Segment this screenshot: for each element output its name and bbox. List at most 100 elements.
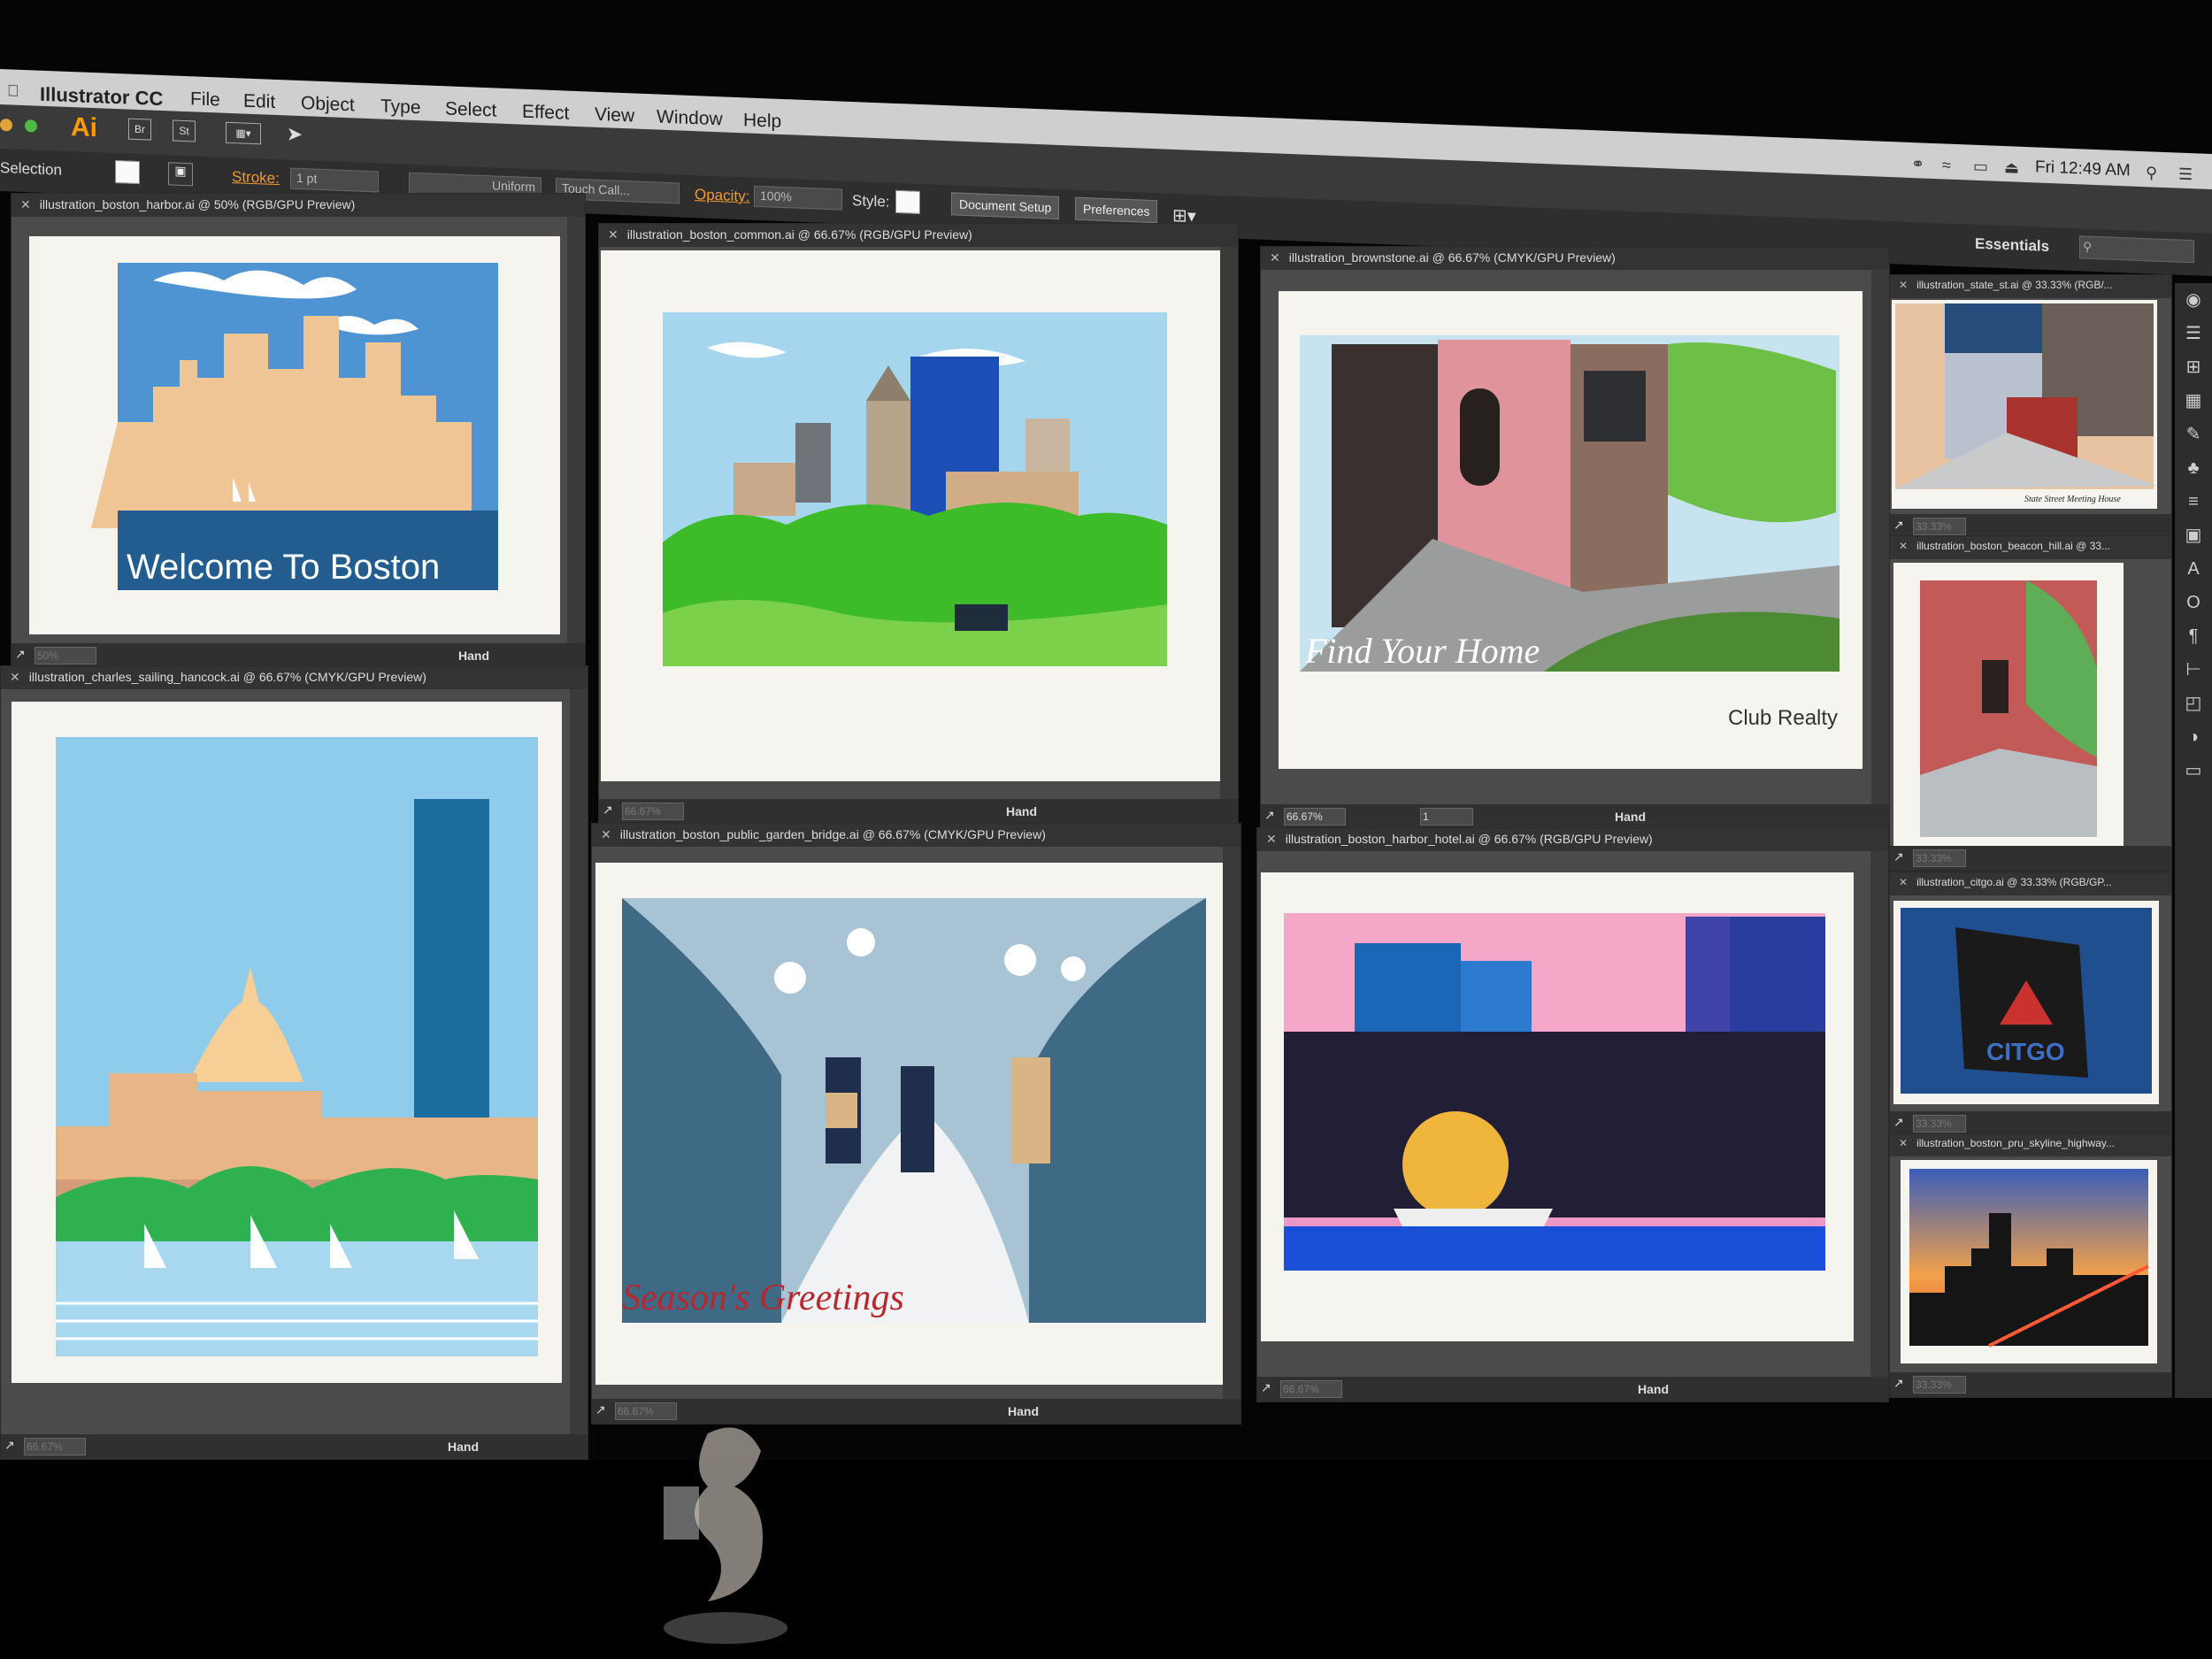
document-tab[interactable]: ✕ illustration_boston_harbor_hotel.ai @ 6… (1257, 828, 1888, 851)
close-icon[interactable]: ✕ (1270, 250, 1280, 265)
stock-button[interactable]: St (173, 119, 196, 142)
eject-icon[interactable]: ⏏ (2004, 158, 2019, 178)
document-window-harbor-hotel[interactable]: ✕ illustration_boston_harbor_hotel.ai @ 6… (1256, 827, 1889, 1402)
fill-swatch[interactable] (115, 159, 140, 185)
export-icon[interactable]: ↗ (1264, 808, 1275, 823)
document-tab[interactable]: ✕ illustration_state_st.ai @ 33.33% (RGB/… (1890, 275, 2171, 298)
pathfinder-panel-icon[interactable]: ◰ (2175, 687, 2212, 720)
brushes-panel-icon[interactable]: ✎ (2175, 418, 2212, 451)
document-tab[interactable]: ✕ illustration_boston_beacon_hill.ai @ 33… (1890, 536, 2171, 559)
export-icon[interactable]: ↗ (1893, 518, 1904, 533)
zoom-field[interactable]: 50% (35, 647, 96, 664)
stroke-label[interactable]: Stroke: (232, 168, 280, 188)
search-input[interactable]: ⚲ (2079, 235, 2194, 264)
minimize-window-button[interactable] (0, 119, 12, 132)
close-icon[interactable]: ✕ (1899, 1137, 1908, 1149)
character-panel-icon[interactable]: A (2175, 552, 2212, 586)
swatches-panel-icon[interactable]: ▦ (2175, 384, 2212, 418)
vertical-scrollbar[interactable] (570, 689, 588, 1434)
document-window-state-st[interactable]: ✕ illustration_state_st.ai @ 33.33% (RGB/… (1889, 274, 2172, 540)
menu-file[interactable]: File (190, 88, 220, 111)
gpu-performance-icon[interactable]: ➤ (283, 122, 306, 146)
vertical-scrollbar[interactable] (1870, 851, 1888, 1377)
document-tab[interactable]: ✕ illustration_boston_pru_skyline_highway… (1890, 1133, 2171, 1156)
airplay-icon[interactable]: ▭ (1973, 157, 1988, 177)
align-panel-icon[interactable]: ⊢ (2175, 653, 2212, 687)
export-icon[interactable]: ↗ (1893, 849, 1904, 864)
apple-icon[interactable]:  (7, 81, 19, 101)
menu-help[interactable]: Help (743, 110, 781, 133)
document-setup-button[interactable]: Document Setup (951, 192, 1060, 219)
export-icon[interactable]: ↗ (1261, 1380, 1271, 1395)
close-icon[interactable]: ✕ (1899, 540, 1908, 552)
export-icon[interactable]: ↗ (603, 803, 613, 818)
workspace-switcher[interactable]: Essentials (1975, 235, 2049, 256)
menu-effect[interactable]: Effect (522, 102, 569, 125)
zoom-field[interactable]: 66.67% (622, 803, 684, 820)
layers-panel-icon[interactable]: ☰ (2175, 317, 2212, 350)
bridge-button[interactable]: Br (128, 118, 151, 141)
close-icon[interactable]: ✕ (1266, 832, 1277, 846)
close-icon[interactable]: ✕ (20, 197, 31, 211)
export-icon[interactable]: ↗ (15, 647, 26, 662)
menu-type[interactable]: Type (380, 96, 421, 119)
creative-cloud-icon[interactable]: ⚭ (1911, 155, 1924, 174)
transform-panel-icon[interactable]: ⊞ (2175, 350, 2212, 384)
paragraph-panel-icon[interactable]: ¶ (2175, 619, 2212, 653)
menu-view[interactable]: View (595, 104, 634, 127)
color-panel-icon[interactable]: ◉ (2175, 283, 2212, 317)
document-tab[interactable]: ✕ illustration_brownstone.ai @ 66.67% (CM… (1261, 247, 1889, 270)
document-window-boston-common[interactable]: ✕ illustration_boston_common.ai @ 66.67% … (598, 223, 1239, 825)
zoom-field[interactable]: 33.33% (1913, 849, 1966, 867)
vertical-scrollbar[interactable] (567, 217, 585, 643)
stroke-weight-field[interactable]: 1 pt (290, 167, 379, 193)
close-icon[interactable]: ✕ (601, 827, 611, 841)
spotlight-search-icon[interactable]: ⚲ (2146, 164, 2157, 183)
gradient-panel-icon[interactable]: ▣ (2175, 518, 2212, 552)
close-icon[interactable]: ✕ (608, 227, 618, 242)
notification-center-icon[interactable]: ☰ (2178, 165, 2193, 185)
close-icon[interactable]: ✕ (1899, 876, 1908, 888)
zoom-window-button[interactable] (25, 119, 37, 133)
close-icon[interactable]: ✕ (1899, 279, 1908, 291)
document-window-boston-harbor[interactable]: ✕ illustration_boston_harbor.ai @ 50% (RG… (11, 193, 586, 669)
graphic-style-swatch[interactable] (895, 189, 920, 214)
stroke-panel-icon[interactable]: ≡ (2175, 485, 2212, 518)
zoom-field[interactable]: 66.67% (1284, 808, 1346, 826)
export-icon[interactable]: ↗ (595, 1402, 606, 1417)
zoom-field[interactable]: 66.67% (1280, 1380, 1342, 1398)
arrange-documents-icon[interactable]: ▦▾ (226, 121, 261, 145)
artboards-panel-icon[interactable]: ▭ (2175, 754, 2212, 787)
menu-edit[interactable]: Edit (243, 91, 275, 113)
document-window-brownstone[interactable]: ✕ illustration_brownstone.ai @ 66.67% (CM… (1260, 246, 1890, 830)
document-tab[interactable]: ✕ illustration_charles_sailing_hancock.ai… (1, 666, 588, 689)
close-icon[interactable]: ✕ (10, 670, 20, 684)
wifi-icon[interactable]: ≈ (1942, 156, 1951, 174)
menu-clock[interactable]: Fri 12:49 AM (2035, 157, 2131, 180)
zoom-field[interactable]: 33.33% (1913, 1376, 1966, 1394)
menu-select[interactable]: Select (445, 98, 496, 121)
opacity-field[interactable]: 100% (754, 185, 842, 211)
export-icon[interactable]: ↗ (4, 1438, 15, 1453)
document-tab[interactable]: ✕ illustration_boston_harbor.ai @ 50% (RG… (12, 194, 585, 217)
menu-window[interactable]: Window (657, 107, 723, 131)
vertical-scrollbar[interactable] (1871, 270, 1889, 804)
document-window-charles-sailing-hancock[interactable]: ✕ illustration_charles_sailing_hancock.ai… (0, 665, 588, 1460)
export-icon[interactable]: ↗ (1893, 1115, 1904, 1130)
appearance-panel-icon[interactable]: ◑ (2175, 720, 2212, 754)
menu-object[interactable]: Object (301, 93, 355, 116)
zoom-field[interactable]: 33.33% (1913, 1115, 1966, 1133)
vertical-scrollbar[interactable] (1223, 847, 1240, 1399)
artboard-number-field[interactable]: 1 (1420, 808, 1473, 826)
document-tab[interactable]: ✕ illustration_boston_public_garden_bridg… (592, 824, 1240, 847)
opentype-panel-icon[interactable]: O (2175, 586, 2212, 619)
symbols-panel-icon[interactable]: ♣ (2175, 451, 2212, 485)
export-icon[interactable]: ↗ (1893, 1376, 1904, 1391)
zoom-field[interactable]: 33.33% (1913, 518, 1966, 535)
document-window-citgo[interactable]: ✕ illustration_citgo.ai @ 33.33% (RGB/GP.… (1889, 872, 2172, 1137)
document-tab[interactable]: ✕ illustration_citgo.ai @ 33.33% (RGB/GP.… (1890, 872, 2171, 895)
preferences-button[interactable]: Preferences (1075, 196, 1158, 224)
document-window-beacon-hill[interactable]: ✕ illustration_boston_beacon_hill.ai @ 33… (1889, 535, 2172, 872)
stroke-swatch-icon[interactable]: ▣ (168, 162, 193, 187)
document-window-pru-skyline-highway[interactable]: ✕ illustration_boston_pru_skyline_highway… (1889, 1133, 2172, 1398)
